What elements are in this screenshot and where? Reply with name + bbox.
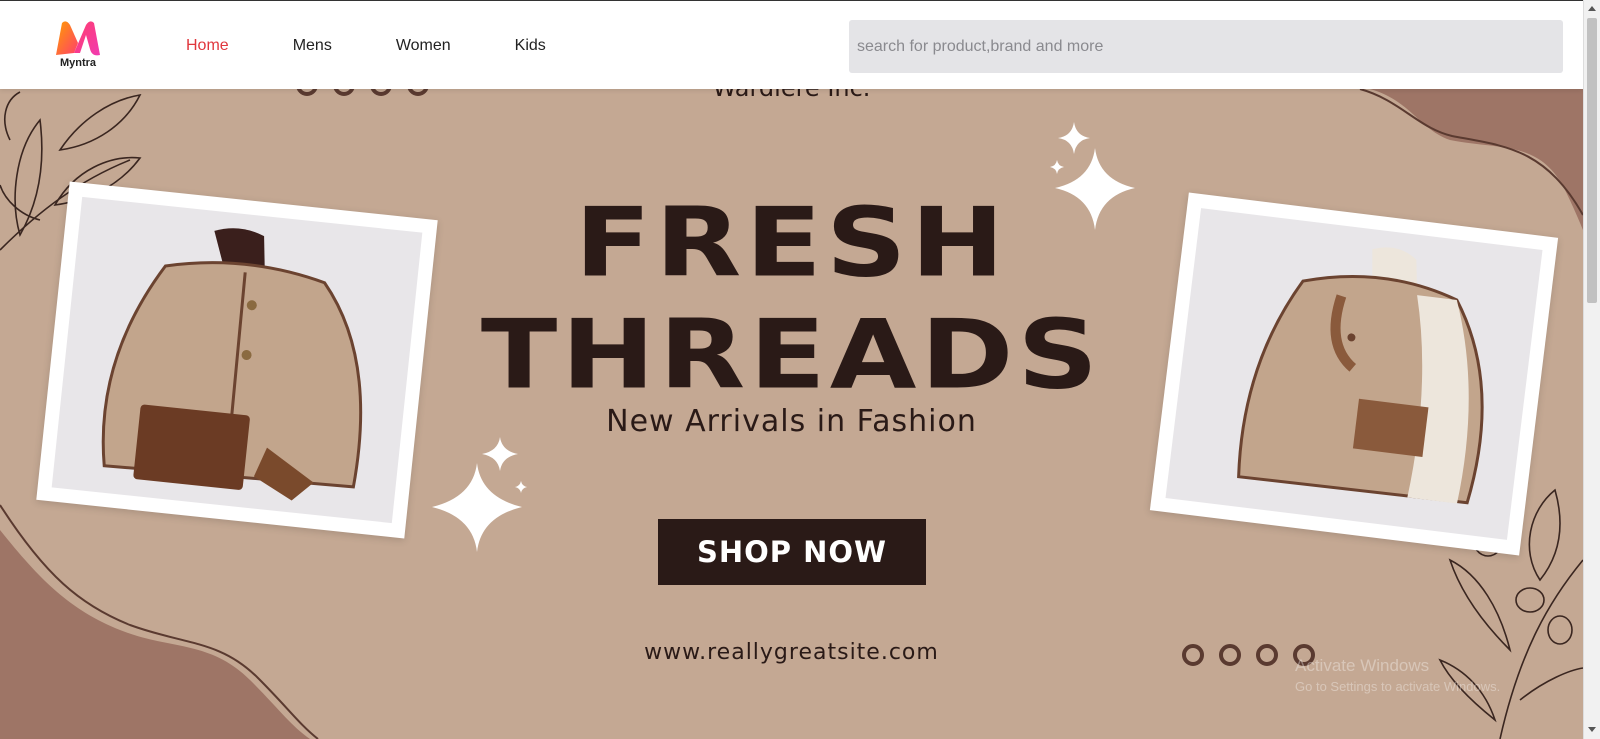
- search-input[interactable]: [849, 20, 1563, 73]
- windows-activation-watermark: Activate Windows Go to Settings to activ…: [1295, 656, 1500, 694]
- nav-item-women[interactable]: Women: [396, 37, 451, 55]
- circle-icon: [1219, 644, 1241, 666]
- banner-subtitle: New Arrivals in Fashion: [606, 404, 977, 439]
- myntra-logo-icon: [56, 21, 100, 56]
- headline-line-1: FRESH: [574, 187, 1009, 299]
- brand-name: Myntra: [59, 57, 97, 69]
- main-nav: Home Mens Women Kids: [186, 37, 610, 55]
- watermark-line-2: Go to Settings to activate Windows.: [1295, 679, 1501, 694]
- scroll-up-arrow-icon[interactable]: [1588, 6, 1596, 11]
- top-navbar: Myntra Home Mens Women Kids: [0, 0, 1583, 89]
- watermark-line-1: Activate Windows: [1295, 656, 1430, 675]
- scroll-down-arrow-icon[interactable]: [1588, 727, 1596, 732]
- page-viewport: Wardiere Inc. FRESH THREADS New Arrivals…: [0, 0, 1583, 739]
- scrollbar-thumb[interactable]: [1587, 18, 1597, 303]
- nav-item-kids[interactable]: Kids: [515, 37, 546, 55]
- nav-item-mens[interactable]: Mens: [293, 37, 332, 55]
- circle-icon: [1182, 644, 1204, 666]
- headline-line-2: THREADS: [480, 299, 1103, 411]
- circle-icon: [1256, 644, 1278, 666]
- myntra-logo[interactable]: Myntra: [50, 19, 106, 71]
- hero-banner: Wardiere Inc. FRESH THREADS New Arrivals…: [0, 0, 1583, 739]
- nav-item-home[interactable]: Home: [186, 37, 229, 55]
- vertical-scrollbar[interactable]: [1583, 0, 1600, 739]
- shop-now-button[interactable]: SHOP NOW: [658, 519, 926, 585]
